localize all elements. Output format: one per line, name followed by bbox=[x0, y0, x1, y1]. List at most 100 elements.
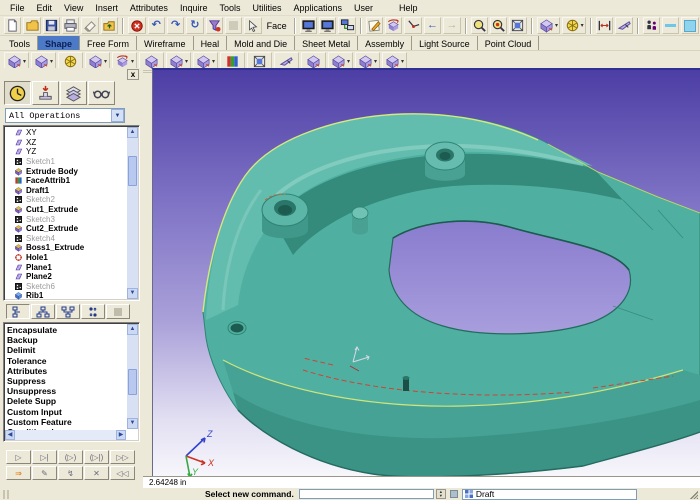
line-style-swatch[interactable] bbox=[662, 17, 679, 34]
tab-tools[interactable]: Tools bbox=[2, 36, 38, 50]
tree-item-rib1[interactable]: Rib1 bbox=[4, 291, 125, 301]
scroll-up-icon[interactable]: ▲ bbox=[127, 127, 138, 138]
fly-through-button[interactable] bbox=[615, 17, 632, 34]
menu-file[interactable]: File bbox=[4, 2, 31, 14]
regen-button[interactable]: ↻ bbox=[186, 17, 203, 34]
ops-item-tolerance[interactable]: Tolerance bbox=[4, 356, 125, 366]
replay-fast-forward-button[interactable]: ▷▷ bbox=[110, 450, 135, 464]
history-tab[interactable] bbox=[4, 81, 31, 105]
view-forward-button[interactable]: → bbox=[443, 17, 460, 34]
tree-item-extrude-body[interactable]: Extrude Body bbox=[4, 166, 125, 176]
scroll-left-icon[interactable]: ◀ bbox=[5, 430, 15, 440]
ops-item-custom-input[interactable]: Custom Input bbox=[4, 407, 125, 417]
paste-button-disabled[interactable] bbox=[225, 17, 242, 34]
ops-item-encapsulate[interactable]: Encapsulate bbox=[4, 325, 125, 335]
ops-item-unsuppress[interactable]: Unsuppress bbox=[4, 386, 125, 396]
chevron-down-icon[interactable]: ▼ bbox=[111, 109, 124, 122]
tree-item-plane1[interactable]: Plane1 bbox=[4, 262, 125, 272]
mode-swatch[interactable] bbox=[450, 490, 458, 498]
menu-applications[interactable]: Applications bbox=[288, 2, 349, 14]
tree-item-sketch3[interactable]: Sketch3 bbox=[4, 214, 125, 224]
pick-filter-value[interactable]: Face bbox=[263, 21, 291, 31]
print-button[interactable] bbox=[62, 17, 79, 34]
operations-scroll-thumb[interactable] bbox=[128, 369, 137, 395]
tree-item-sketch1[interactable]: Sketch1 bbox=[4, 157, 125, 167]
scroll-up-icon[interactable]: ▲ bbox=[127, 324, 138, 335]
delete-button[interactable] bbox=[128, 17, 145, 34]
sketch-pad-button[interactable] bbox=[366, 17, 383, 34]
tab-mold-and-die[interactable]: Mold and Die bbox=[227, 36, 295, 50]
operations-scrollbar[interactable]: ▲ ▼ bbox=[127, 324, 138, 429]
list-view-button[interactable] bbox=[6, 304, 30, 319]
close-panel-button[interactable]: x bbox=[127, 69, 139, 80]
ops-item-attributes[interactable]: Attributes bbox=[4, 366, 125, 376]
zoom-window-button[interactable] bbox=[509, 17, 526, 34]
menu-help[interactable]: Help bbox=[393, 2, 424, 14]
new-document-button[interactable] bbox=[4, 17, 21, 34]
replay-goto-button[interactable]: ⇒ bbox=[6, 466, 31, 480]
tree-scrollbar[interactable]: ▲ ▼ bbox=[127, 127, 138, 299]
render-mode-button[interactable] bbox=[319, 17, 336, 34]
menu-tools[interactable]: Tools bbox=[213, 2, 246, 14]
3d-viewport[interactable]: Z X Y bbox=[152, 68, 700, 476]
replay-regen-button[interactable]: ↯ bbox=[58, 466, 83, 480]
collaborate-button[interactable] bbox=[643, 17, 660, 34]
menu-insert[interactable]: Insert bbox=[89, 2, 124, 14]
operations-filter-combo[interactable]: All Operations ▼ bbox=[5, 108, 125, 123]
view-wheel-button[interactable]: ▾ bbox=[562, 17, 586, 34]
view-cube-button[interactable]: ▾ bbox=[537, 17, 561, 34]
mode-combo[interactable]: Draft bbox=[462, 489, 637, 500]
scroll-right-icon[interactable]: ▶ bbox=[116, 430, 126, 440]
menu-user[interactable]: User bbox=[348, 2, 379, 14]
tab-shape[interactable]: Shape bbox=[38, 36, 80, 50]
tab-heal[interactable]: Heal bbox=[194, 36, 228, 50]
tree-view-button[interactable] bbox=[31, 304, 55, 319]
ops-item-suppress[interactable]: Suppress bbox=[4, 376, 125, 386]
tree-item-xz[interactable]: XZ bbox=[4, 138, 125, 148]
tab-assembly[interactable]: Assembly bbox=[358, 36, 412, 50]
open-file-button[interactable] bbox=[23, 17, 40, 34]
tree-item-plane2[interactable]: Plane2 bbox=[4, 272, 125, 282]
sort-order-button[interactable] bbox=[81, 304, 105, 319]
scroll-down-icon[interactable]: ▼ bbox=[127, 288, 138, 299]
tab-free-form[interactable]: Free Form bbox=[80, 36, 137, 50]
tree-scroll-thumb[interactable] bbox=[128, 156, 137, 186]
ops-item-backup[interactable]: Backup bbox=[4, 335, 125, 345]
tree-item-boss1-extrude[interactable]: Boss1_Extrude bbox=[4, 243, 125, 253]
menu-view[interactable]: View bbox=[58, 2, 89, 14]
tab-sheet-metal[interactable]: Sheet Metal bbox=[295, 36, 358, 50]
filter-button[interactable] bbox=[206, 17, 223, 34]
replay-rewind-button[interactable]: ◁◁ bbox=[110, 466, 135, 480]
command-spinner[interactable]: ▲▼ bbox=[436, 489, 446, 499]
menu-inquire[interactable]: Inquire bbox=[174, 2, 214, 14]
view-back-button[interactable]: ← bbox=[424, 17, 441, 34]
erase-button[interactable] bbox=[81, 17, 98, 34]
zoom-target-button[interactable] bbox=[490, 17, 507, 34]
menu-utilities[interactable]: Utilities bbox=[246, 2, 287, 14]
replay-cancel-button[interactable]: ✕ bbox=[84, 466, 109, 480]
scroll-down-icon[interactable]: ▼ bbox=[127, 418, 138, 429]
pick-cursor-button[interactable] bbox=[244, 17, 261, 34]
operations-hscrollbar[interactable]: ◀ ▶ bbox=[5, 430, 126, 440]
tree-item-sketch2[interactable]: Sketch2 bbox=[4, 195, 125, 205]
menu-edit[interactable]: Edit bbox=[31, 2, 59, 14]
tree-item-sketch6[interactable]: Sketch6 bbox=[4, 282, 125, 292]
layers-tab[interactable] bbox=[60, 81, 87, 105]
tree-item-yz[interactable]: YZ bbox=[4, 147, 125, 157]
tab-light-source[interactable]: Light Source bbox=[412, 36, 478, 50]
view-tab[interactable] bbox=[88, 81, 115, 105]
save-button[interactable] bbox=[43, 17, 60, 34]
network-button[interactable] bbox=[338, 17, 355, 34]
replay-play-button[interactable]: ▷ bbox=[6, 450, 31, 464]
tree-item-hole1[interactable]: Hole1 bbox=[4, 253, 125, 263]
tree-item-sketch4[interactable]: Sketch4 bbox=[4, 234, 125, 244]
ops-item-delete-supp[interactable]: Delete Supp bbox=[4, 396, 125, 406]
resize-grip[interactable] bbox=[690, 491, 698, 499]
replay-play-to-button[interactable]: (▷) bbox=[58, 450, 83, 464]
statusbar-grip[interactable] bbox=[3, 490, 9, 499]
color-swatch[interactable] bbox=[681, 17, 698, 34]
zoom-all-button[interactable] bbox=[471, 17, 488, 34]
tree-item-faceattrib1[interactable]: FaceAttrib1 bbox=[4, 176, 125, 186]
tree-item-cut2-extrude[interactable]: Cut2_Extrude bbox=[4, 224, 125, 234]
menu-attributes[interactable]: Attributes bbox=[124, 2, 174, 14]
